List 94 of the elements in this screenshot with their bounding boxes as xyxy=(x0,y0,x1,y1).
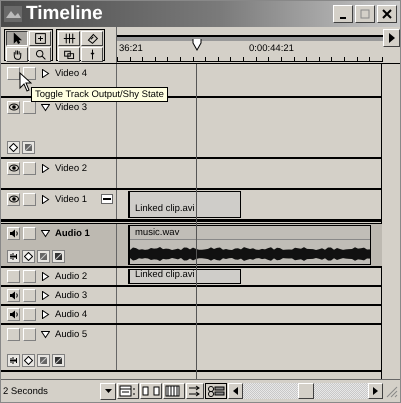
track-output-toggle[interactable] xyxy=(7,192,20,206)
clip[interactable]: Linked clip.avi xyxy=(128,191,241,218)
close-button[interactable] xyxy=(377,5,397,23)
track-header[interactable]: Audio 4 xyxy=(1,306,117,323)
maximize-icon xyxy=(360,9,370,19)
track-lock-toggle[interactable] xyxy=(23,100,36,114)
in-out-icon[interactable] xyxy=(140,383,162,399)
clip-name: Linked clip.avi xyxy=(135,269,195,280)
track-lock-toggle[interactable] xyxy=(23,270,36,283)
keyframe-icon[interactable] xyxy=(22,250,35,263)
expand-triangle-icon[interactable] xyxy=(41,102,50,112)
right-triangle-icon xyxy=(388,33,396,43)
track-lock-toggle[interactable] xyxy=(23,192,36,206)
track-output-toggle[interactable] xyxy=(7,289,20,302)
track-output-toggle[interactable] xyxy=(7,162,20,174)
mouse-pointer-icon xyxy=(19,72,32,92)
speaker-icon xyxy=(8,291,18,300)
minimize-icon xyxy=(340,16,346,18)
expand-triangle-icon[interactable] xyxy=(41,228,50,238)
horizontal-scrollbar[interactable] xyxy=(228,383,383,399)
expand-triangle-icon[interactable] xyxy=(41,330,50,338)
zoom-tool-icon xyxy=(34,48,46,61)
track-lock-toggle[interactable] xyxy=(23,226,36,240)
edit-tool-icon xyxy=(86,32,98,45)
snap-icon[interactable] xyxy=(205,383,227,399)
resize-grip-icon[interactable] xyxy=(384,384,398,398)
waveform-toggle-icon[interactable] xyxy=(7,354,20,367)
speaker-icon xyxy=(8,228,18,238)
right-triangle-icon xyxy=(373,387,378,395)
expand-triangle-icon[interactable] xyxy=(41,310,50,319)
expand-triangle-icon[interactable] xyxy=(41,194,50,204)
tooltip: Toggle Track Output/Shy State xyxy=(31,87,168,102)
eye-icon xyxy=(8,164,18,172)
expand-triangle-icon[interactable] xyxy=(41,68,50,78)
ruler-time-label: 36:21 xyxy=(119,43,143,54)
track-output-toggle[interactable] xyxy=(7,100,20,114)
left-triangle-icon xyxy=(233,387,238,395)
rubberband-icon[interactable] xyxy=(22,141,35,154)
minimize-button[interactable] xyxy=(333,5,353,23)
track-output-toggle[interactable] xyxy=(7,226,20,240)
waveform-toggle-icon[interactable] xyxy=(7,250,20,263)
track-header[interactable]: Audio 5 xyxy=(1,325,117,370)
eye-icon xyxy=(8,195,18,203)
track-name: Audio 2 xyxy=(55,271,88,282)
rubberband-icon[interactable] xyxy=(37,250,50,263)
track-lock-toggle[interactable] xyxy=(23,308,36,321)
time-zoom-dropdown[interactable]: 2 Seconds xyxy=(3,382,116,400)
dropdown-arrow-icon xyxy=(104,389,112,393)
pan-icon[interactable] xyxy=(52,250,65,263)
scroll-right-button[interactable] xyxy=(383,29,400,47)
clip-name: Linked clip.avi xyxy=(135,203,195,214)
ruler-time-label: 0:00:44:21 xyxy=(249,43,294,54)
maximize-button[interactable] xyxy=(355,5,375,23)
expand-triangle-icon[interactable] xyxy=(41,272,50,281)
speaker-icon xyxy=(8,310,18,319)
track-header[interactable]: Video 1 xyxy=(1,190,117,219)
track-output-toggle[interactable] xyxy=(7,66,20,80)
window-title: Timeline xyxy=(26,3,104,25)
expand-triangle-icon[interactable] xyxy=(41,291,50,300)
track-header[interactable]: Audio 2 xyxy=(1,268,117,285)
track-lock-toggle[interactable] xyxy=(23,162,36,174)
track-header[interactable]: Audio 3 xyxy=(1,287,117,304)
track-name: Audio 5 xyxy=(55,328,88,340)
track-output-toggle[interactable] xyxy=(7,308,20,321)
track-output-toggle[interactable] xyxy=(7,328,20,340)
marquee-tool-icon xyxy=(34,32,46,45)
keyframe-icon[interactable] xyxy=(7,141,20,154)
clip[interactable]: Linked clip.avi xyxy=(128,269,241,284)
playhead-marker-icon[interactable] xyxy=(192,39,202,51)
keyframe-icon[interactable] xyxy=(22,354,35,367)
pan-icon[interactable] xyxy=(52,354,65,367)
tool-button[interactable] xyxy=(6,31,28,46)
link-tool-icon xyxy=(62,48,76,61)
window-icon xyxy=(4,6,22,22)
track-marker-icon[interactable] xyxy=(101,194,113,204)
close-icon xyxy=(382,9,392,19)
track-header[interactable]: Video 2 xyxy=(1,159,117,188)
track-name: Video 1 xyxy=(55,194,88,204)
expand-triangle-icon[interactable] xyxy=(41,164,50,172)
eye-icon xyxy=(8,103,18,111)
rubberband-icon[interactable] xyxy=(37,354,50,367)
track-header[interactable]: Audio 1 xyxy=(1,224,117,266)
clip-name: music.wav xyxy=(130,226,370,240)
track-name: Video 2 xyxy=(55,162,88,174)
track-lock-toggle[interactable] xyxy=(23,289,36,302)
track-name: Video 3 xyxy=(55,102,88,112)
track-output-toggle[interactable] xyxy=(7,270,20,283)
track-name: Video 4 xyxy=(55,68,88,78)
track-lock-toggle[interactable] xyxy=(23,328,36,340)
track-name: Audio 3 xyxy=(55,290,88,301)
clip[interactable]: music.wav xyxy=(128,225,371,265)
film-icon[interactable] xyxy=(163,383,185,399)
track-name: Audio 1 xyxy=(55,228,90,238)
track-name: Audio 4 xyxy=(55,309,88,320)
